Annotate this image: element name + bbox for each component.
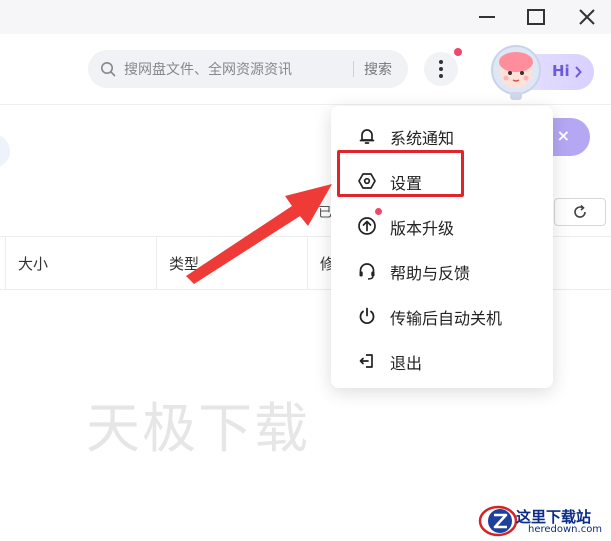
column-size[interactable]: 大小: [5, 237, 156, 289]
search-button[interactable]: 搜索: [364, 59, 392, 79]
logo-z-icon: [478, 505, 518, 537]
upgrade-arrow-icon: [358, 217, 376, 235]
menu-item-auto-shutdown[interactable]: 传输后自动关机: [331, 294, 553, 338]
close-icon: [579, 9, 595, 25]
chevron-right-icon: [575, 66, 582, 78]
refresh-button[interactable]: [554, 198, 606, 226]
close-icon: ×: [556, 126, 570, 145]
menu-item-label: 帮助与反馈: [390, 264, 471, 283]
menu-item-exit[interactable]: 退出: [331, 339, 553, 383]
menu-item-label: 系统通知: [390, 129, 455, 148]
settings-highlight-box: [337, 150, 464, 197]
side-tab[interactable]: [0, 134, 10, 168]
menu-item-help-feedback[interactable]: 帮助与反馈: [331, 249, 553, 293]
search-divider: [353, 61, 354, 77]
logo-domain: heredown.com: [528, 524, 603, 535]
watermark-text: 天极下载: [86, 397, 310, 460]
annotation-arrow: [186, 184, 332, 284]
menu-item-label: 版本升级: [390, 219, 455, 238]
more-menu-button[interactable]: [424, 52, 458, 86]
upgrade-badge: [375, 208, 382, 215]
more-vertical-icon: [439, 60, 443, 64]
menu-item-upgrade[interactable]: 版本升级: [331, 204, 553, 248]
app-header: 搜网盘文件、全网资源资讯 搜索 Hi: [0, 34, 611, 105]
minimize-button[interactable]: [462, 0, 512, 34]
exit-icon: [359, 354, 373, 368]
search-bar[interactable]: 搜网盘文件、全网资源资讯 搜索: [88, 50, 408, 88]
greeting-text: Hi: [552, 62, 570, 80]
bell-icon: [359, 129, 375, 144]
maximize-button[interactable]: [511, 0, 561, 34]
refresh-icon: [574, 204, 586, 218]
minimize-icon: [479, 16, 495, 18]
menu-item-label: 传输后自动关机: [390, 309, 503, 328]
headset-icon: [359, 263, 375, 280]
site-logo: 这里下载站 heredown.com: [478, 500, 611, 541]
search-input[interactable]: 搜网盘文件、全网资源资讯: [124, 59, 353, 79]
search-icon: [101, 62, 116, 77]
astronaut-avatar[interactable]: [488, 42, 546, 104]
close-button[interactable]: [562, 0, 611, 34]
more-dropdown-menu: 系统通知 设置 版本升级 帮助与反馈 传输后自动关机 退出: [331, 106, 553, 388]
maximize-icon: [527, 9, 545, 25]
title-bar: [0, 0, 611, 34]
menu-item-label: 退出: [390, 354, 423, 373]
power-icon: [359, 307, 375, 325]
notification-badge: [454, 48, 462, 56]
